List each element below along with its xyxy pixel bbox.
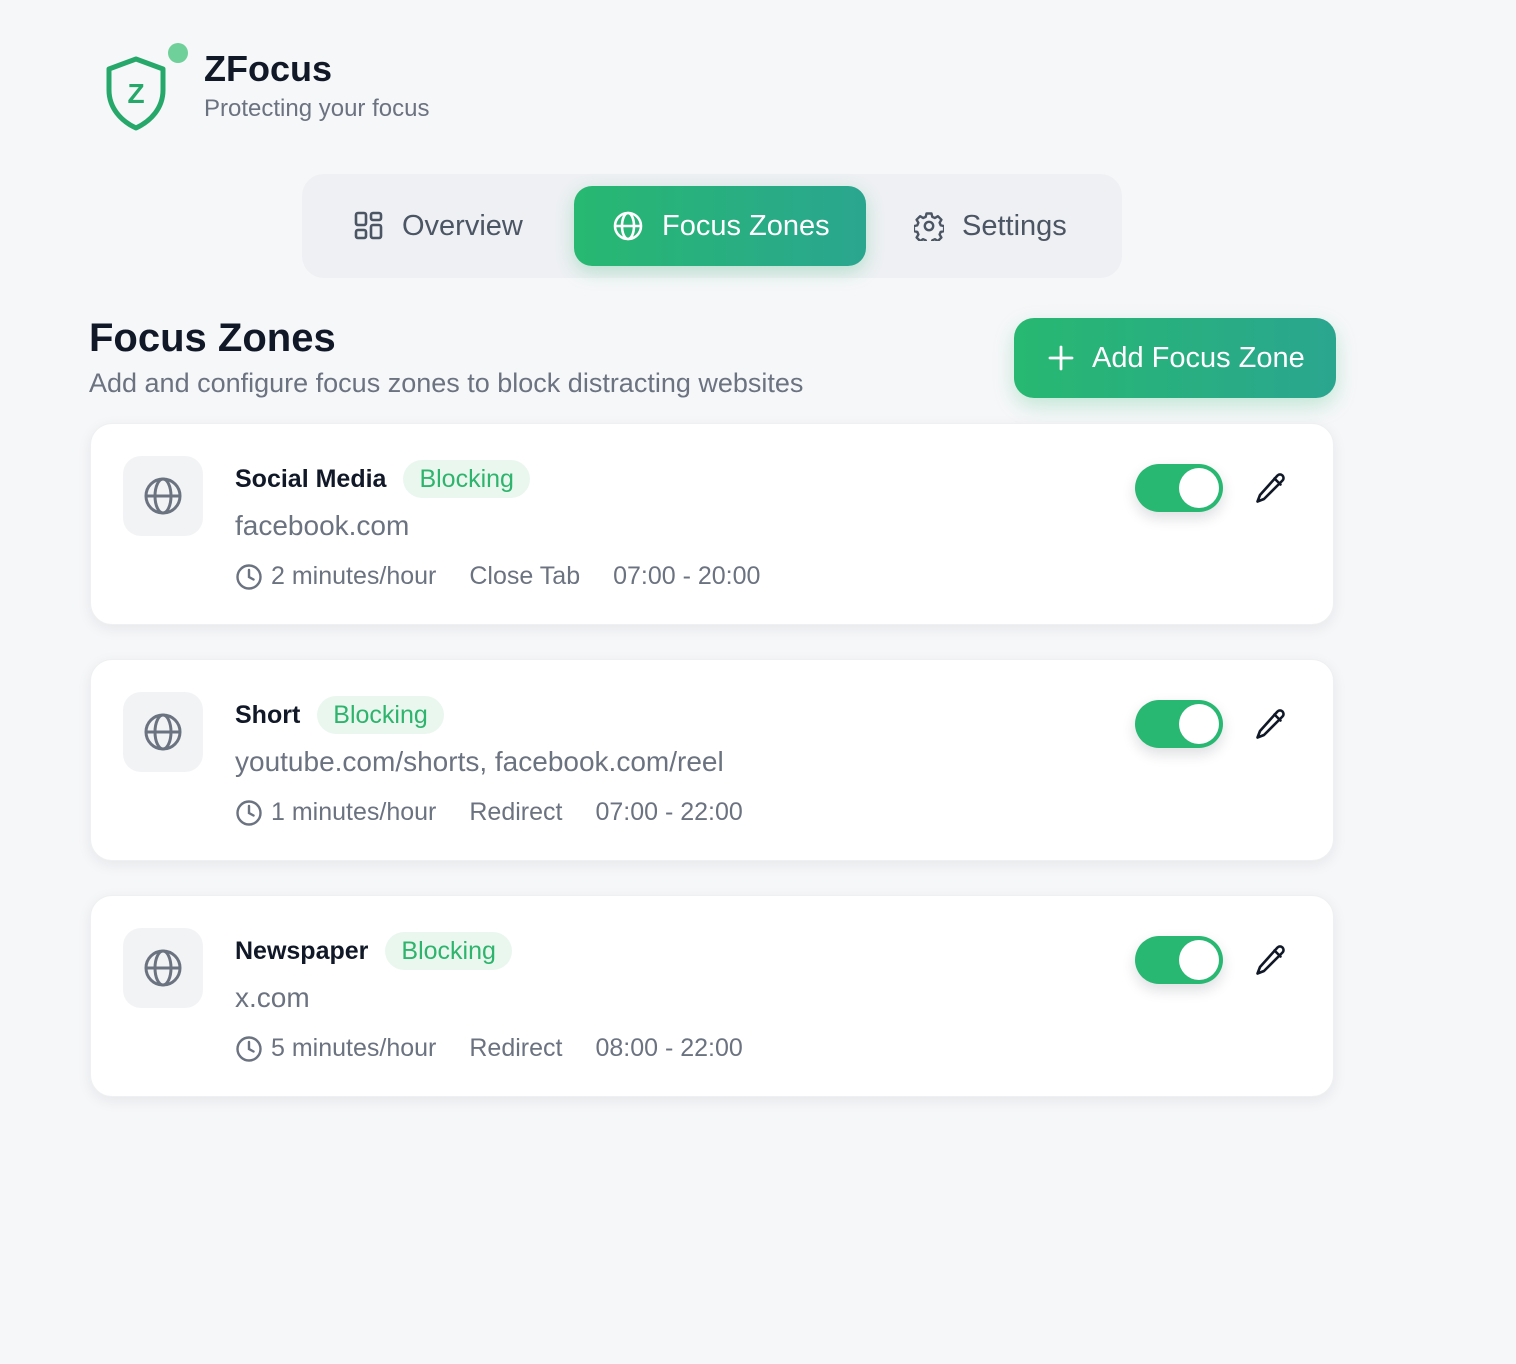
zone-hours: 07:00 - 22:00 <box>595 798 743 826</box>
svg-text:Z: Z <box>127 78 144 109</box>
zone-domains: facebook.com <box>235 510 410 541</box>
zone-limit: 2 minutes/hour <box>271 562 437 590</box>
tab-settings[interactable]: Settings <box>914 186 1067 266</box>
globe-icon <box>144 477 182 515</box>
app-header: Z ZFocus Protecting your focus <box>104 40 429 132</box>
tab-bar: Overview Focus Zones Settings <box>302 174 1122 278</box>
add-focus-zone-label: Add Focus Zone <box>1092 341 1305 374</box>
tab-overview[interactable]: Overview <box>354 186 523 266</box>
add-focus-zone-button[interactable]: Add Focus Zone <box>1014 318 1336 398</box>
zone-enabled-toggle[interactable] <box>1135 464 1223 512</box>
zone-enabled-toggle[interactable] <box>1135 936 1223 984</box>
pencil-icon <box>1256 473 1285 503</box>
zone-limit: 1 minutes/hour <box>271 798 437 826</box>
zone-enabled-toggle[interactable] <box>1135 700 1223 748</box>
zone-hours: 08:00 - 22:00 <box>595 1034 743 1062</box>
edit-zone-button[interactable] <box>1253 470 1289 506</box>
status-dot <box>168 43 188 63</box>
pencil-icon <box>1256 945 1285 975</box>
status-badge: Blocking <box>385 932 512 970</box>
pencil-icon <box>1256 709 1285 739</box>
zone-hours: 07:00 - 20:00 <box>613 562 761 590</box>
clock-icon <box>235 1035 263 1063</box>
zone-name: Newspaper <box>235 936 369 965</box>
zone-action: Redirect <box>469 1034 563 1062</box>
focus-zone-card: Newspaper Blocking x.com 5 minutes/hour … <box>90 895 1334 1097</box>
toggle-knob <box>1179 704 1219 744</box>
globe-icon <box>144 713 182 751</box>
zone-icon <box>123 456 203 536</box>
zone-domains: x.com <box>235 982 310 1013</box>
zone-action: Redirect <box>469 798 563 826</box>
zone-action: Close Tab <box>469 562 581 590</box>
globe-icon <box>144 949 182 987</box>
clock-icon <box>235 563 263 591</box>
globe-icon <box>613 211 643 241</box>
clock-icon <box>235 799 263 827</box>
plus-icon <box>1048 345 1074 371</box>
status-badge: Blocking <box>317 696 444 734</box>
grid-icon <box>354 211 383 240</box>
app-subtitle: Protecting your focus <box>204 94 430 122</box>
tab-focus-zones[interactable]: Focus Zones <box>574 186 866 266</box>
edit-zone-button[interactable] <box>1253 706 1289 742</box>
zone-icon <box>123 928 203 1008</box>
shield-logo-icon: Z <box>106 56 166 131</box>
tab-label: Settings <box>962 209 1067 242</box>
toggle-knob <box>1179 940 1219 980</box>
app-title: ZFocus <box>204 48 333 90</box>
focus-zone-card: Short Blocking youtube.com/shorts, faceb… <box>90 659 1334 861</box>
tab-label: Focus Zones <box>662 209 830 242</box>
toggle-knob <box>1179 468 1219 508</box>
tab-label: Overview <box>402 209 523 242</box>
page-subtitle: Add and configure focus zones to block d… <box>89 368 804 398</box>
zone-limit: 5 minutes/hour <box>271 1034 437 1062</box>
zone-icon <box>123 692 203 772</box>
edit-zone-button[interactable] <box>1253 942 1289 978</box>
zone-domains: youtube.com/shorts, facebook.com/reel <box>235 746 724 777</box>
zone-name: Short <box>235 700 301 729</box>
logo: Z <box>104 40 188 132</box>
gear-icon <box>914 212 944 241</box>
focus-zone-card: Social Media Blocking facebook.com 2 min… <box>90 423 1334 625</box>
status-badge: Blocking <box>403 460 530 498</box>
page-title: Focus Zones <box>89 316 336 360</box>
zone-name: Social Media <box>235 464 387 493</box>
